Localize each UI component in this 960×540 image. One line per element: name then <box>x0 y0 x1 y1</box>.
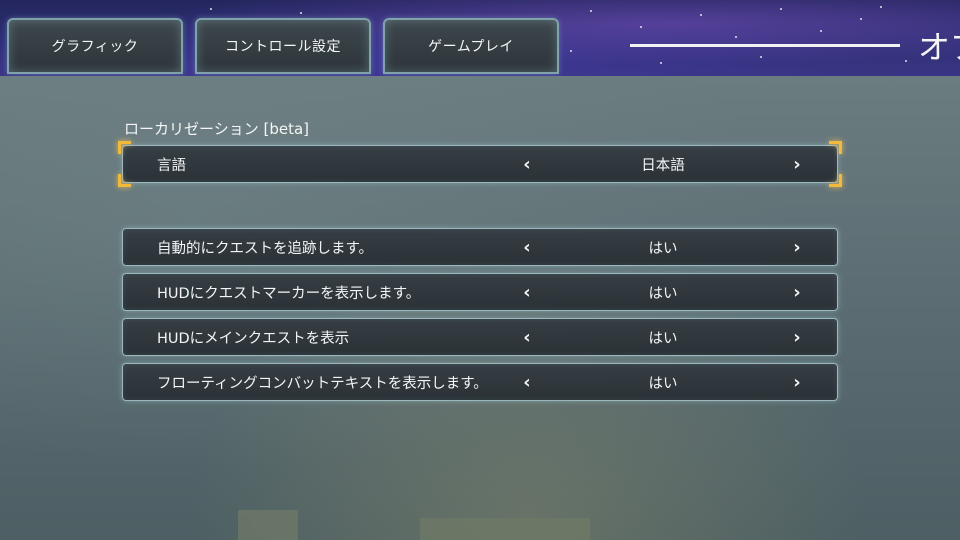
option-value: はい <box>648 375 678 392</box>
header-divider-line <box>630 44 900 47</box>
option-label: HUDにクエストマーカーを表示します。 <box>157 285 421 302</box>
focus-corner-icon <box>829 174 842 187</box>
focus-corner-icon <box>829 141 842 154</box>
tab-controls-label: コントロール設定 <box>225 39 341 55</box>
auto-track-quest-option[interactable]: 自動的にクエストを追跡します。 ‹ はい › <box>122 228 838 266</box>
chevron-left-icon[interactable]: ‹ <box>515 146 539 182</box>
option-label: HUDにメインクエストを表示 <box>157 330 350 347</box>
language-label: 言語 <box>157 157 186 174</box>
tab-gameplay-label: ゲームプレイ <box>428 39 514 55</box>
option-label: 自動的にクエストを追跡します。 <box>157 240 374 257</box>
tab-graphics[interactable]: グラフィック <box>7 18 183 74</box>
chevron-right-icon[interactable]: › <box>785 229 809 265</box>
language-value: 日本語 <box>641 157 685 174</box>
chevron-right-icon[interactable]: › <box>785 146 809 182</box>
focus-corner-icon <box>118 141 131 154</box>
option-value: はい <box>648 285 678 302</box>
localization-section-label: ローカリゼーション [beta] <box>124 120 309 138</box>
chevron-left-icon[interactable]: ‹ <box>515 364 539 400</box>
chevron-left-icon[interactable]: ‹ <box>515 319 539 355</box>
tab-controls[interactable]: コントロール設定 <box>195 18 371 74</box>
chevron-right-icon[interactable]: › <box>785 274 809 310</box>
background-ruins <box>238 510 298 540</box>
option-value: はい <box>648 240 678 257</box>
chevron-left-icon[interactable]: ‹ <box>515 274 539 310</box>
tab-graphics-label: グラフィック <box>51 39 139 55</box>
hud-quest-marker-option[interactable]: HUDにクエストマーカーを表示します。 ‹ はい › <box>122 273 838 311</box>
option-value: はい <box>648 330 678 347</box>
page-title: オプ <box>918 28 960 66</box>
language-selector[interactable]: 言語 ‹ 日本語 › <box>118 141 842 187</box>
header-bar: グラフィック コントロール設定 ゲームプレイ オプ <box>0 0 960 76</box>
chevron-right-icon[interactable]: › <box>785 319 809 355</box>
floating-combat-text-option[interactable]: フローティングコンバットテキストを表示します。 ‹ はい › <box>122 363 838 401</box>
tab-gameplay[interactable]: ゲームプレイ <box>383 18 559 74</box>
focus-corner-icon <box>118 174 131 187</box>
background-ruins <box>420 518 590 540</box>
hud-main-quest-option[interactable]: HUDにメインクエストを表示 ‹ はい › <box>122 318 838 356</box>
chevron-left-icon[interactable]: ‹ <box>515 229 539 265</box>
chevron-right-icon[interactable]: › <box>785 364 809 400</box>
option-label: フローティングコンバットテキストを表示します。 <box>157 375 488 392</box>
